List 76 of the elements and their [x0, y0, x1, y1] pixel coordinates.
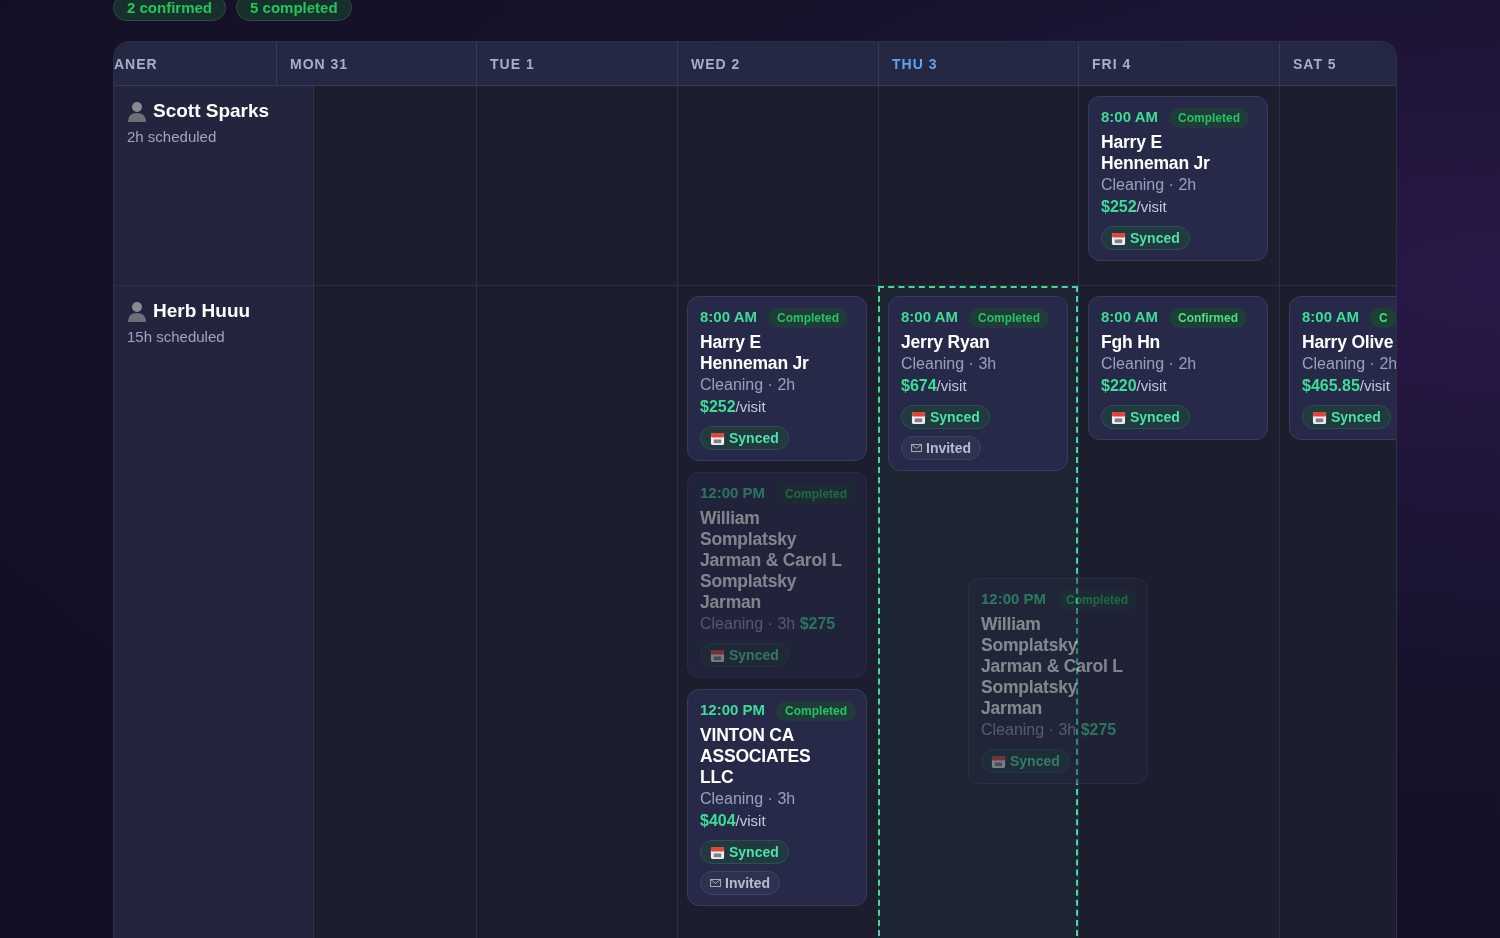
calendar-icon — [710, 647, 725, 663]
appointment-time: 12:00 PM — [981, 590, 1047, 608]
client-name: William Somplatsky Jarman & Carol L Somplatsky Jarman — [981, 614, 1124, 719]
appointment-time: 8:00 AM — [1101, 108, 1158, 126]
synced-badge: Synced — [700, 643, 789, 667]
appointment-card[interactable]: 12:00 PM Completed VINTON CA ASSOCIATES LLC Cleaning · 3h $404/visit Synced Invited — [687, 689, 867, 906]
status-badge: C — [1369, 308, 1396, 328]
synced-badge: Synced — [1101, 226, 1190, 250]
appointment-card[interactable]: 8:00 AM Completed Harry E Henneman Jr Cleaning · 2h $252/visit Synced — [1088, 96, 1268, 261]
appointment-time: 8:00 AM — [700, 308, 757, 326]
synced-badge: Synced — [901, 405, 990, 429]
envelope-icon — [911, 444, 922, 452]
status-badge: Completed — [767, 308, 848, 328]
column-header: THU 3 — [892, 55, 938, 72]
synced-badge: Synced — [700, 426, 789, 450]
column-header: SAT 5 — [1293, 55, 1337, 72]
calendar-icon — [911, 409, 926, 425]
scheduled-hours: 15h scheduled — [127, 328, 225, 345]
appointment-card[interactable]: 8:00 AM Confirmed Fgh Hn Cleaning · 2h $220/visit Synced — [1088, 296, 1268, 440]
client-name: Harry E Henneman Jr — [700, 332, 810, 374]
synced-badge: Synced — [981, 749, 1070, 773]
appointment-time: 12:00 PM — [700, 701, 766, 719]
column-header: FRI 4 — [1092, 55, 1132, 72]
service-duration: Cleaning · 2h — [1101, 175, 1198, 195]
client-name: William Somplatsky Jarman & Carol L Somplatsky Jarman — [700, 508, 843, 613]
client-name: Harry E Henneman Jr — [1101, 132, 1211, 174]
client-name: Fgh Hn — [1101, 332, 1162, 353]
status-badge: Completed — [776, 701, 857, 721]
calendar-icon — [1111, 230, 1126, 246]
visit-price: $220/visit — [1101, 376, 1168, 396]
synced-badge: Synced — [700, 840, 789, 864]
status-badge: Completed — [968, 308, 1049, 328]
invited-badge: Invited — [901, 436, 982, 460]
calendar-icon — [710, 844, 725, 860]
calendar-icon — [991, 753, 1006, 769]
column-header: WED 2 — [691, 55, 741, 72]
visit-price: $252/visit — [1101, 197, 1168, 217]
service-duration: Cleaning · 2h — [700, 375, 797, 395]
scheduled-hours: 2h scheduled — [127, 128, 217, 145]
column-header: ANER — [114, 55, 158, 72]
appointment-card[interactable]: 8:00 AM Completed Harry E Henneman Jr Cleaning · 2h $252/visit Synced — [687, 296, 867, 461]
calendar-icon — [1111, 409, 1126, 425]
visit-price: $674/visit — [901, 376, 968, 396]
service-duration: Cleaning · 2h — [1302, 354, 1396, 374]
invited-badge: Invited — [700, 871, 781, 895]
appointment-time: 8:00 AM — [1101, 308, 1158, 326]
visit-price: $465.85/visit — [1302, 376, 1391, 396]
synced-badge: Synced — [1101, 405, 1190, 429]
status-badge: Completed — [776, 484, 857, 504]
appointment-card[interactable]: 8:00 AM C Harry Olive Cleaning · 2h $465.85/visit Synced — [1289, 296, 1396, 440]
synced-badge: Synced — [1302, 405, 1391, 429]
person-icon — [127, 100, 147, 122]
column-header: MON 31 — [290, 55, 349, 72]
service-duration: Cleaning · 3h — [901, 354, 998, 374]
appointment-time: 8:00 AM — [901, 308, 958, 326]
service-duration: Cleaning · 3h — [700, 789, 797, 809]
appointment-card[interactable]: 8:00 AM Completed Jerry Ryan Cleaning · 3h $674/visit Synced Invited — [888, 296, 1068, 471]
summary-pill: 2 confirmed — [113, 0, 227, 21]
cleaner-name: Herb Huuu — [153, 300, 251, 322]
status-badge: Confirmed — [1168, 308, 1247, 328]
person-icon — [127, 300, 147, 322]
visit-price: $404/visit — [700, 811, 767, 831]
appointment-time: 8:00 AM — [1302, 308, 1359, 326]
calendar-icon — [710, 430, 725, 446]
summary-pill: 5 completed — [236, 0, 352, 21]
visit-price: $252/visit — [700, 397, 767, 417]
client-name: VINTON CA ASSOCIATES LLC — [700, 725, 812, 788]
status-badge: Completed — [1168, 108, 1249, 128]
column-header: TUE 1 — [490, 55, 535, 72]
envelope-icon — [710, 879, 721, 887]
client-name: Jerry Ryan — [901, 332, 991, 353]
cleaner-name: Scott Sparks — [153, 100, 270, 122]
client-name: Harry Olive — [1302, 332, 1395, 353]
calendar-icon — [1312, 409, 1327, 425]
appointment-time: 12:00 PM — [700, 484, 766, 502]
service-duration: Cleaning · 2h — [1101, 354, 1198, 374]
